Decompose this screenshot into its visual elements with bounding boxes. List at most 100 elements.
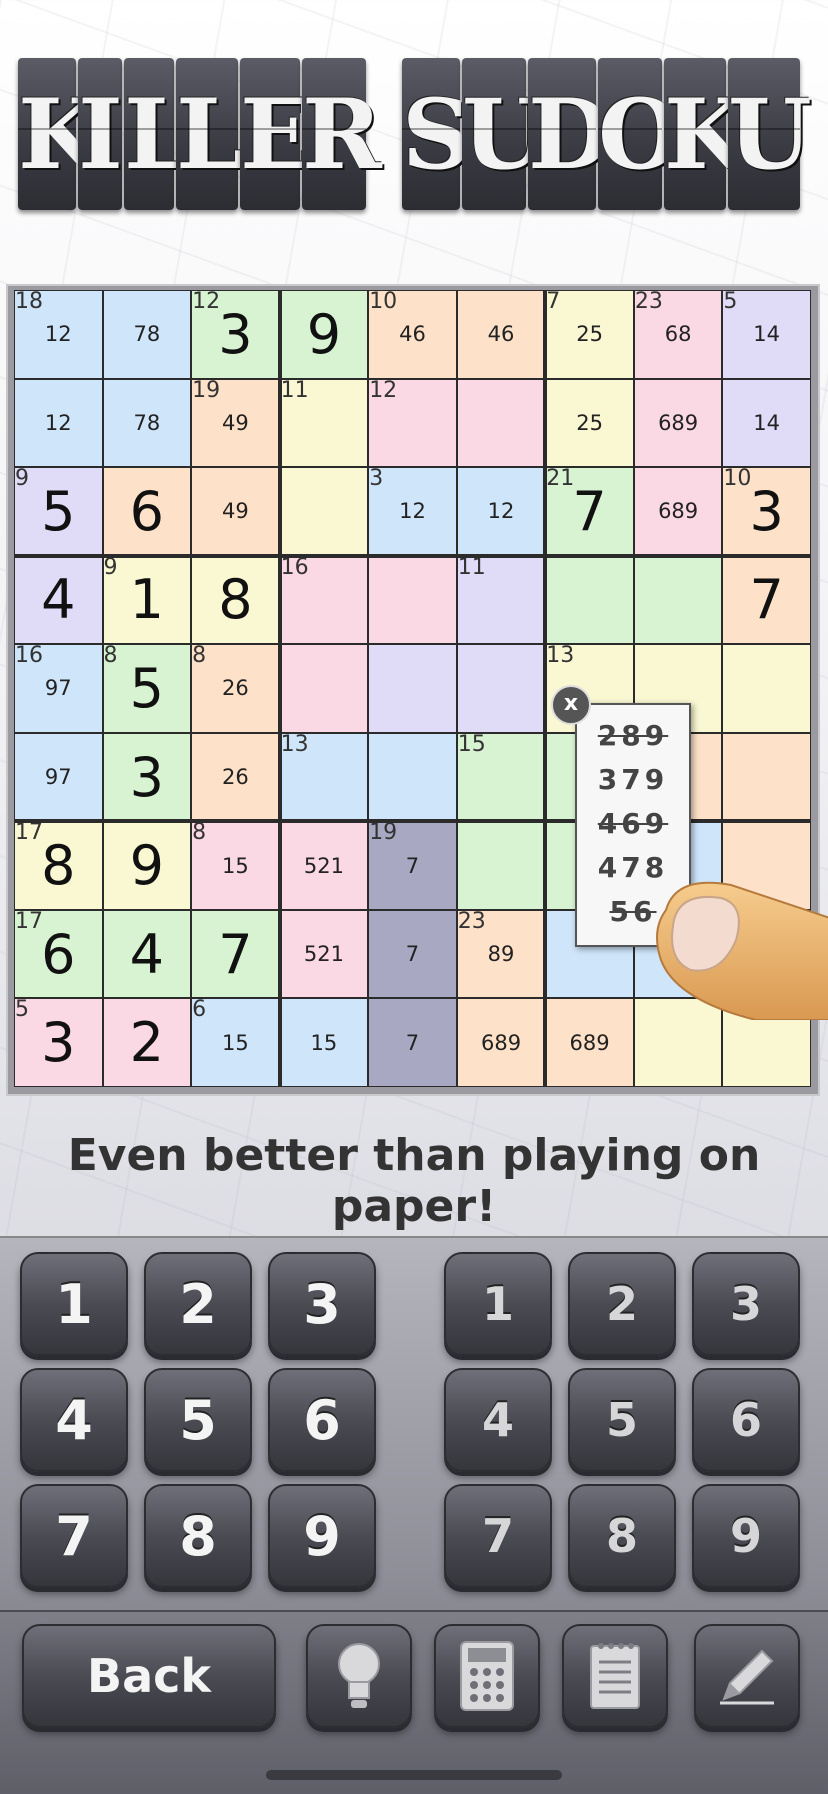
- sudoku-cell[interactable]: 16 97: [15, 645, 102, 732]
- sudoku-cell[interactable]: 10 46: [369, 291, 456, 378]
- sudoku-cell[interactable]: 17 8: [15, 822, 102, 909]
- sudoku-cell[interactable]: 5 14: [723, 291, 810, 378]
- pencil-digit-7-button[interactable]: 7: [444, 1484, 552, 1588]
- sudoku-cell[interactable]: 23 68: [634, 291, 722, 378]
- sudoku-cell[interactable]: 91: [103, 556, 191, 644]
- cell-candidates: 7: [405, 942, 420, 967]
- sudoku-cell[interactable]: 7: [369, 910, 456, 998]
- sudoku-cell[interactable]: 7: [723, 556, 810, 644]
- sudoku-cell[interactable]: [723, 645, 810, 732]
- sudoku-cell[interactable]: 78: [103, 379, 191, 467]
- pencil-digit-4-button[interactable]: 4: [444, 1368, 552, 1472]
- sudoku-cell[interactable]: [634, 556, 722, 644]
- sudoku-cell[interactable]: 689: [634, 379, 722, 467]
- sudoku-cell[interactable]: 6: [103, 468, 191, 555]
- sudoku-cell[interactable]: 11: [280, 379, 368, 467]
- pencil-digit-2-button[interactable]: 2: [568, 1252, 676, 1356]
- sudoku-cell[interactable]: 78: [103, 291, 191, 378]
- pencil-digit-5-button[interactable]: 5: [568, 1368, 676, 1472]
- cage-sum: 15: [457, 731, 486, 757]
- sudoku-cell[interactable]: 8: [192, 556, 279, 644]
- sudoku-cell[interactable]: 689: [546, 999, 633, 1086]
- sudoku-cell[interactable]: 521: [280, 822, 368, 909]
- sudoku-cell[interactable]: 18 12: [15, 291, 102, 378]
- pencil-button[interactable]: [694, 1624, 800, 1728]
- sudoku-cell[interactable]: 12: [457, 468, 545, 555]
- sudoku-cell[interactable]: 15: [457, 731, 545, 821]
- sudoku-cell[interactable]: 2: [103, 999, 191, 1086]
- digit-1-button[interactable]: 1: [20, 1252, 128, 1356]
- digit-3-button[interactable]: 3: [268, 1252, 376, 1356]
- sudoku-cell[interactable]: 12: [369, 379, 456, 467]
- pencil-digit-3-button[interactable]: 3: [692, 1252, 800, 1356]
- sudoku-cell[interactable]: 21 7: [546, 468, 633, 555]
- sudoku-cell[interactable]: 16: [280, 556, 368, 644]
- sudoku-cell[interactable]: 7: [369, 999, 456, 1086]
- sudoku-cell[interactable]: [280, 468, 368, 555]
- combination-option[interactable]: 469: [577, 807, 689, 840]
- sudoku-cell[interactable]: [280, 645, 368, 732]
- combination-option[interactable]: 379: [577, 763, 689, 796]
- sudoku-cell[interactable]: [369, 556, 456, 644]
- sudoku-cell[interactable]: [457, 645, 545, 732]
- sudoku-cell[interactable]: 10 3: [723, 468, 810, 555]
- title-tile: O: [598, 58, 682, 210]
- sudoku-cell[interactable]: [369, 645, 456, 732]
- sudoku-cell[interactable]: 6 15: [192, 999, 279, 1086]
- sudoku-cell[interactable]: 97: [15, 733, 102, 821]
- sudoku-cell[interactable]: 19 7: [369, 822, 456, 909]
- pencil-digit-9-button[interactable]: 9: [692, 1484, 800, 1588]
- sudoku-cell[interactable]: 13: [280, 733, 368, 821]
- combination-option[interactable]: 289: [577, 719, 689, 752]
- sudoku-cell[interactable]: 12 3: [192, 291, 279, 378]
- digit-8-button[interactable]: 8: [144, 1484, 252, 1588]
- sudoku-cell[interactable]: 11: [457, 556, 545, 644]
- sudoku-cell[interactable]: 17 6: [15, 910, 102, 998]
- sudoku-cell[interactable]: 8 15: [192, 822, 279, 909]
- sudoku-cell[interactable]: 3 12: [369, 468, 456, 555]
- digit-5-button[interactable]: 5: [144, 1368, 252, 1472]
- pencil-digit-6-button[interactable]: 6: [692, 1368, 800, 1472]
- sudoku-cell[interactable]: 4: [103, 910, 191, 998]
- sudoku-cell[interactable]: 689: [457, 999, 545, 1086]
- pencil-digit-8-button[interactable]: 8: [568, 1484, 676, 1588]
- sudoku-cell[interactable]: 15: [280, 999, 368, 1086]
- sudoku-cell[interactable]: 25: [546, 379, 633, 467]
- sudoku-cell[interactable]: 49: [192, 468, 279, 555]
- sudoku-cell[interactable]: 23 89: [457, 910, 545, 998]
- sudoku-cell[interactable]: [457, 822, 545, 909]
- sudoku-cell[interactable]: 3: [103, 733, 191, 821]
- digit-6-button[interactable]: 6: [268, 1368, 376, 1472]
- hint-button[interactable]: [306, 1624, 412, 1728]
- sudoku-cell[interactable]: [457, 379, 545, 467]
- sudoku-cell[interactable]: [369, 733, 456, 821]
- sudoku-cell[interactable]: 8 26: [192, 645, 279, 732]
- sudoku-cell[interactable]: 46: [457, 291, 545, 378]
- digit-7-button[interactable]: 7: [20, 1484, 128, 1588]
- notes-button[interactable]: [562, 1624, 668, 1728]
- sudoku-cell[interactable]: 7: [192, 910, 279, 998]
- digit-2-button[interactable]: 2: [144, 1252, 252, 1356]
- sudoku-cell[interactable]: 521: [280, 910, 368, 998]
- sudoku-cell[interactable]: 4: [15, 556, 102, 644]
- sudoku-cell[interactable]: 7 25: [546, 291, 633, 378]
- sudoku-cell[interactable]: [723, 733, 810, 821]
- sudoku-cell[interactable]: 689: [634, 468, 722, 555]
- pencil-digit-1-button[interactable]: 1: [444, 1252, 552, 1356]
- sudoku-cell[interactable]: 85: [103, 645, 191, 732]
- sudoku-cell[interactable]: 95: [15, 468, 102, 555]
- sudoku-cell[interactable]: [546, 556, 633, 644]
- calculator-button[interactable]: [434, 1624, 540, 1728]
- sudoku-cell[interactable]: 12: [15, 379, 102, 467]
- close-popup-button[interactable]: x: [551, 685, 591, 725]
- lightbulb-icon: [338, 1643, 380, 1708]
- sudoku-cell[interactable]: 9: [280, 291, 368, 378]
- sudoku-cell[interactable]: 14: [723, 379, 810, 467]
- sudoku-cell[interactable]: 9: [103, 822, 191, 909]
- sudoku-cell[interactable]: 26: [192, 733, 279, 821]
- digit-4-button[interactable]: 4: [20, 1368, 128, 1472]
- sudoku-cell[interactable]: 53: [15, 999, 102, 1086]
- sudoku-cell[interactable]: 19 49: [192, 379, 279, 467]
- digit-9-button[interactable]: 9: [268, 1484, 376, 1588]
- back-button[interactable]: Back: [22, 1624, 276, 1728]
